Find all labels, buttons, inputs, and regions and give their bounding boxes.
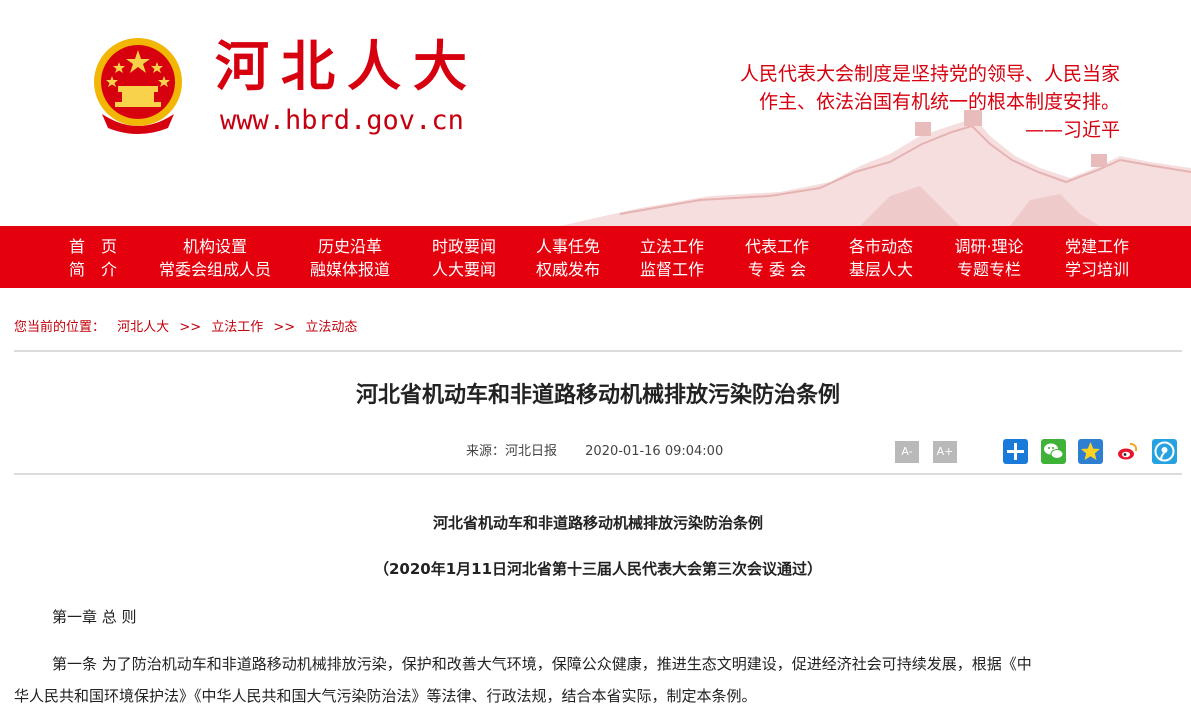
nav-column-5: 人事任免 权威发布 <box>508 235 628 281</box>
divider <box>14 350 1182 352</box>
national-emblem-icon <box>94 38 182 134</box>
chapter-heading: 第一章 总 则 <box>52 608 137 626</box>
nav-appointments[interactable]: 人事任免 <box>508 235 628 258</box>
favorite-star-icon[interactable] <box>1078 439 1103 464</box>
paragraph-line-2: 华人民共和国环境保护法》《中华人民共和国大气污染防治法》等法律、行政法规，结合本… <box>14 687 757 705</box>
nav-column-10: 党建工作 学习培训 <box>1037 235 1157 281</box>
tencent-weibo-icon[interactable] <box>1152 439 1177 464</box>
nav-official-releases[interactable]: 权威发布 <box>508 258 628 281</box>
body-title: 河北省机动车和非道路移动机械排放污染防治条例 <box>432 514 763 532</box>
main-nav: 首 页 简 介 机构设置 常委会组成人员 历史沿革 融媒体报道 时政要闻 人大要… <box>0 226 1191 288</box>
nav-media-reports[interactable]: 融媒体报道 <box>290 258 410 281</box>
nav-party-building[interactable]: 党建工作 <box>1037 235 1157 258</box>
nav-study-training[interactable]: 学习培训 <box>1037 258 1157 281</box>
article-title: 河北省机动车和非道路移动机械排放污染防治条例 <box>355 383 840 408</box>
site-title: 河北人大 <box>215 34 479 98</box>
quote-line-2: 作主、依法治国有机统一的根本制度安排。 <box>758 91 1120 113</box>
nav-column-1: 首 页 简 介 <box>33 235 153 281</box>
nav-column-2: 机构设置 常委会组成人员 <box>155 235 275 281</box>
breadcrumb-legislative-news[interactable]: 立法动态 <box>305 320 357 335</box>
divider <box>14 473 1182 475</box>
nav-column-4: 时政要闻 人大要闻 <box>404 235 524 281</box>
font-increase-button[interactable]: A+ <box>933 441 957 463</box>
share-add-icon[interactable] <box>1003 439 1028 464</box>
quote-author: ——习近平 <box>1024 119 1120 141</box>
nav-column-7: 代表工作 专 委 会 <box>717 235 837 281</box>
paragraph-line-1: 第一条 为了防治机动车和非道路移动机械排放污染，保护和改善大气环境，保障公众健康… <box>52 655 1032 673</box>
nav-special-committees[interactable]: 专 委 会 <box>717 258 837 281</box>
nav-home[interactable]: 首 页 <box>33 235 153 258</box>
nav-npc-news[interactable]: 人大要闻 <box>404 258 524 281</box>
site-url: www.hbrd.gov.cn <box>220 105 464 136</box>
site-header: 河北人大 www.hbrd.gov.cn 人民代表大会制度是坚持党的领导、人民当… <box>0 0 1191 226</box>
breadcrumb-legislation[interactable]: 立法工作 <box>211 320 263 335</box>
nav-column-3: 历史沿革 融媒体报道 <box>290 235 410 281</box>
nav-special-topics[interactable]: 专题专栏 <box>929 258 1049 281</box>
font-decrease-button[interactable]: A- <box>895 441 919 463</box>
article-meta: 来源：河北日报 2020-01-16 09:04:00 <box>466 442 723 462</box>
nav-column-8: 各市动态 基层人大 <box>821 235 941 281</box>
nav-city-news[interactable]: 各市动态 <box>821 235 941 258</box>
nav-legislation[interactable]: 立法工作 <box>612 235 732 258</box>
breadcrumb-separator: >> <box>179 320 202 335</box>
wechat-icon[interactable] <box>1041 439 1066 464</box>
breadcrumb-home[interactable]: 河北人大 <box>117 320 169 335</box>
nav-grassroots[interactable]: 基层人大 <box>821 258 941 281</box>
article-time: 2020-01-16 09:04:00 <box>585 444 724 459</box>
article-paragraph: 第一条 为了防治机动车和非道路移动机械排放污染，保护和改善大气环境，保障公众健康… <box>14 648 1184 712</box>
nav-political-news[interactable]: 时政要闻 <box>404 235 524 258</box>
nav-deputy-work[interactable]: 代表工作 <box>717 235 837 258</box>
nav-supervision[interactable]: 监督工作 <box>612 258 732 281</box>
nav-column-9: 调研·理论 专题专栏 <box>929 235 1049 281</box>
body-subtitle: （2020年1月11日河北省第十三届人民代表大会第三次会议通过） <box>373 560 823 578</box>
nav-organization[interactable]: 机构设置 <box>155 235 275 258</box>
quote-line-1: 人民代表大会制度是坚持党的领导、人民当家 <box>739 63 1120 85</box>
nav-column-6: 立法工作 监督工作 <box>612 235 732 281</box>
breadcrumb-separator: >> <box>273 320 296 335</box>
breadcrumb: 您当前的位置： 河北人大 >> 立法工作 >> 立法动态 <box>14 318 357 338</box>
leader-quote: 人民代表大会制度是坚持党的领导、人民当家 作主、依法治国有机统一的根本制度安排。… <box>640 60 1120 144</box>
nav-research-theory[interactable]: 调研·理论 <box>929 235 1049 258</box>
nav-intro[interactable]: 简 介 <box>33 258 153 281</box>
breadcrumb-label: 您当前的位置： <box>14 320 106 335</box>
nav-history[interactable]: 历史沿革 <box>290 235 410 258</box>
article-source: 来源：河北日报 <box>466 444 558 459</box>
weibo-icon[interactable] <box>1115 439 1140 464</box>
nav-committee-members[interactable]: 常委会组成人员 <box>155 258 275 281</box>
